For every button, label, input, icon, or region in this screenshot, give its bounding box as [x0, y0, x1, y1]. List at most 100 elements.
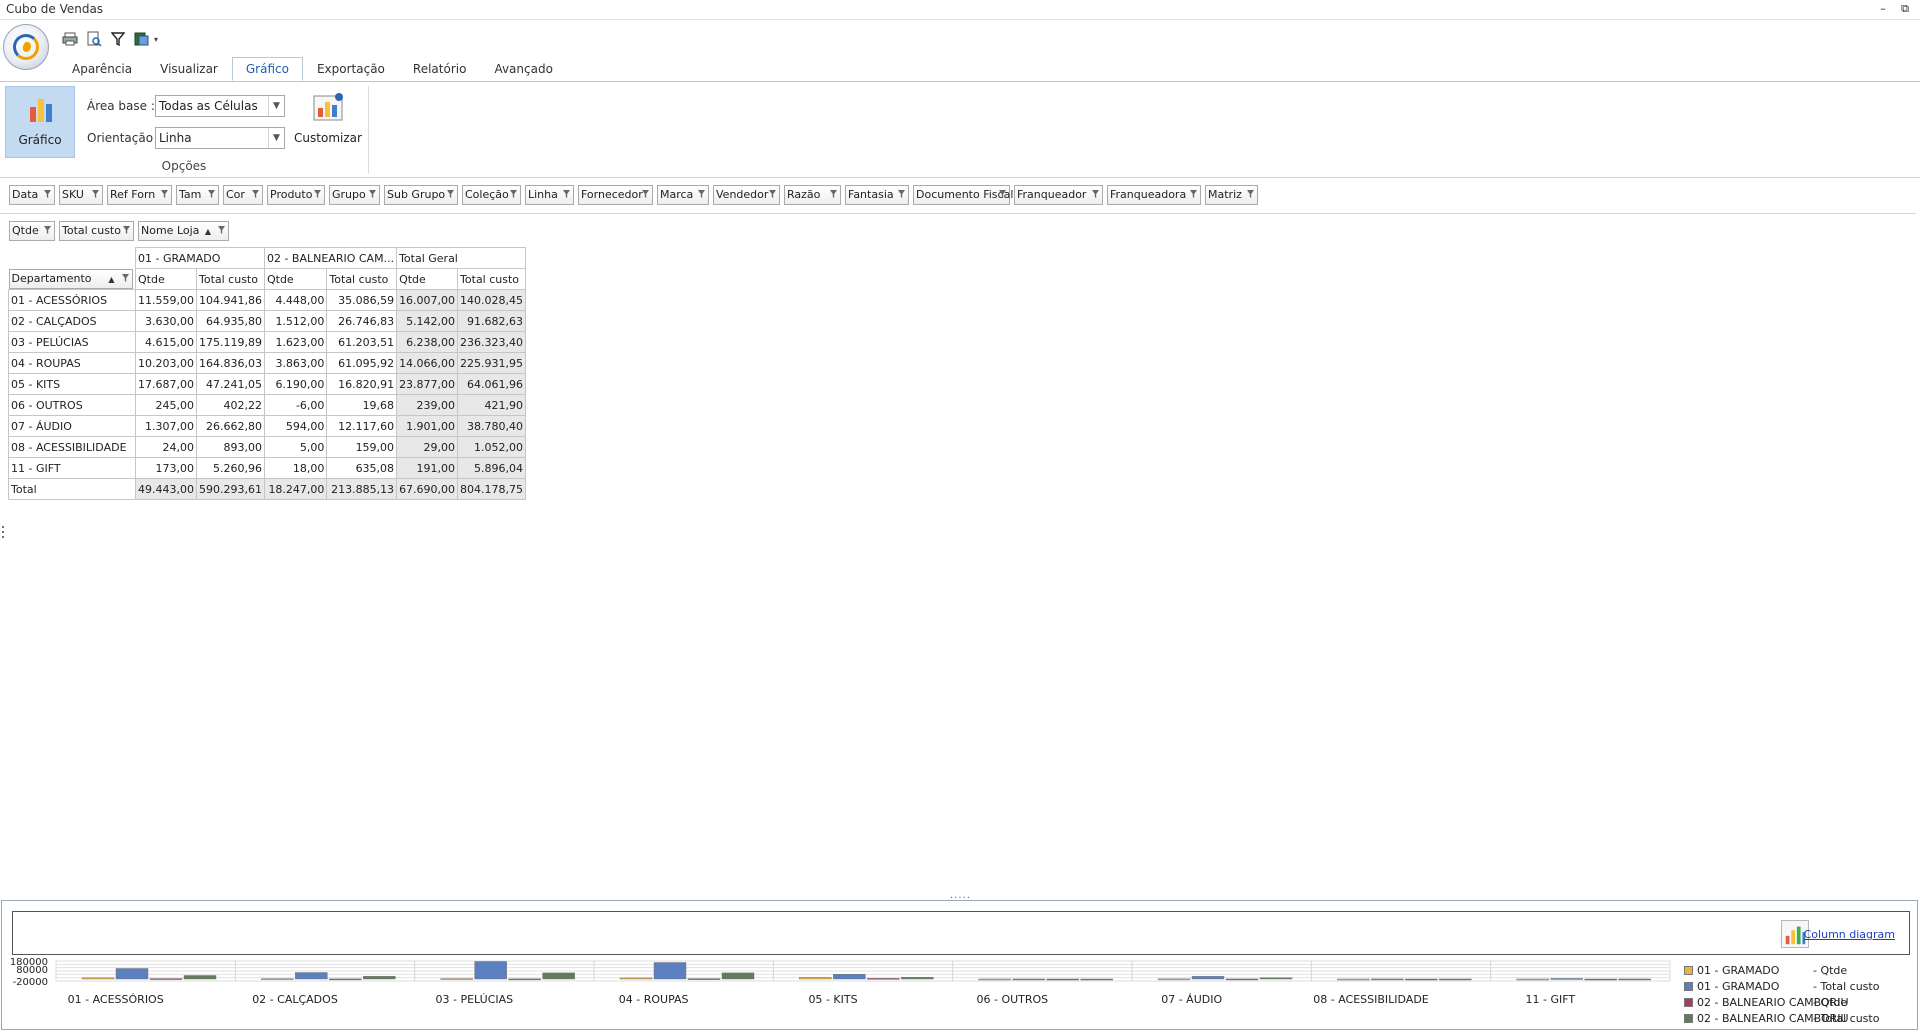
grand-total-cell[interactable]: 14.066,00	[396, 352, 459, 374]
data-cell[interactable]: 3.863,00	[263, 352, 328, 374]
filter-field-button[interactable]: Grupo	[329, 185, 380, 205]
tab-exportacao[interactable]: Exportação	[303, 57, 399, 81]
data-cell[interactable]: 104.941,86	[195, 289, 265, 311]
filter-field-button[interactable]: Fornecedor	[578, 185, 653, 205]
filter-icon[interactable]	[123, 226, 130, 234]
data-field-qtde[interactable]: Qtde	[9, 221, 55, 241]
filter-icon[interactable]	[369, 190, 376, 198]
data-cell[interactable]: 4.448,00	[263, 289, 328, 311]
chevron-down-icon[interactable]: ▼	[268, 128, 284, 148]
grand-total-cell[interactable]: 23.877,00	[396, 373, 459, 395]
data-field-total-custo[interactable]: Total custo	[59, 221, 134, 241]
grand-total-cell[interactable]: 5.142,00	[396, 310, 459, 332]
data-cell[interactable]: 18.247,00	[263, 478, 328, 500]
data-cell[interactable]: 1.307,00	[135, 415, 197, 437]
data-cell[interactable]: 164.836,03	[195, 352, 265, 374]
filter-field-button[interactable]: Ref Forn	[107, 185, 172, 205]
filter-field-button[interactable]: Fantasia	[845, 185, 909, 205]
filter-field-button[interactable]: Tam	[176, 185, 219, 205]
filter-field-button[interactable]: Coleção	[462, 185, 521, 205]
filter-icon[interactable]	[769, 190, 776, 198]
sort-ascending-icon[interactable]: ▲	[205, 223, 211, 241]
filter-field-button[interactable]: Documento Fiscal	[913, 185, 1013, 205]
data-cell[interactable]: 11.559,00	[135, 289, 197, 311]
data-cell[interactable]: 402,22	[195, 394, 265, 416]
data-cell[interactable]: 5.260,96	[195, 457, 265, 479]
grafico-button[interactable]: Gráfico	[5, 86, 75, 158]
data-cell[interactable]: -6,00	[263, 394, 328, 416]
grand-total-cell[interactable]: 1.901,00	[396, 415, 459, 437]
chevron-down-icon[interactable]: ▼	[268, 96, 284, 116]
filter-field-button[interactable]: SKU	[59, 185, 103, 205]
print-preview-icon[interactable]	[84, 30, 104, 48]
data-cell[interactable]: 47.241,05	[195, 373, 265, 395]
row-header[interactable]: 04 - ROUPAS	[8, 352, 136, 374]
data-cell[interactable]: 6.190,00	[263, 373, 328, 395]
data-cell[interactable]: 64.935,80	[195, 310, 265, 332]
grand-total-cell[interactable]: 64.061,96	[457, 373, 527, 395]
filter-icon[interactable]	[642, 190, 649, 198]
filter-icon[interactable]	[447, 190, 454, 198]
data-cell[interactable]: 1.623,00	[263, 331, 328, 353]
grand-total-cell[interactable]: 804.178,75	[457, 478, 527, 500]
filter-icon[interactable]	[314, 190, 321, 198]
data-cell[interactable]: 4.615,00	[135, 331, 197, 353]
print-icon[interactable]	[60, 30, 80, 48]
filter-field-button[interactable]: Franqueadora	[1107, 185, 1201, 205]
grand-total-cell[interactable]: 236.323,40	[457, 331, 527, 353]
column-header-group[interactable]: 01 - GRAMADO	[135, 247, 265, 269]
tab-relatorio[interactable]: Relatório	[399, 57, 481, 81]
row-header[interactable]: 06 - OUTROS	[8, 394, 136, 416]
grand-total-cell[interactable]: 67.690,00	[396, 478, 459, 500]
filter-field-button[interactable]: Data	[9, 185, 55, 205]
data-cell[interactable]: 61.203,51	[326, 331, 398, 353]
data-cell[interactable]: 17.687,00	[135, 373, 197, 395]
tab-aparencia[interactable]: Aparência	[58, 57, 146, 81]
minimize-button[interactable]: –	[1874, 0, 1892, 18]
row-header[interactable]: Total	[8, 478, 136, 500]
data-cell[interactable]: 594,00	[263, 415, 328, 437]
filter-icon[interactable]	[44, 190, 51, 198]
data-cell[interactable]: 16.820,91	[326, 373, 398, 395]
filter-icon[interactable]	[92, 190, 99, 198]
data-cell[interactable]: 12.117,60	[326, 415, 398, 437]
filter-icon[interactable]	[252, 190, 259, 198]
filter-icon[interactable]	[1190, 190, 1197, 198]
row-field-departamento[interactable]: Departamento ▲	[8, 268, 133, 289]
column-diagram-link[interactable]: Column diagram	[1804, 928, 1895, 941]
restore-button[interactable]: ⧉	[1896, 0, 1914, 18]
data-cell[interactable]: 10.203,00	[135, 352, 197, 374]
data-cell[interactable]: 5,00	[263, 436, 328, 458]
export-icon[interactable]	[132, 30, 152, 48]
row-header[interactable]: 07 - ÁUDIO	[8, 415, 136, 437]
filter-field-button[interactable]: Franqueador	[1014, 185, 1103, 205]
tab-avancado[interactable]: Avançado	[480, 57, 566, 81]
sort-ascending-icon[interactable]: ▲	[108, 271, 114, 289]
data-cell[interactable]: 635,08	[326, 457, 398, 479]
data-cell[interactable]: 19,68	[326, 394, 398, 416]
data-cell[interactable]: 26.662,80	[195, 415, 265, 437]
data-cell[interactable]: 3.630,00	[135, 310, 197, 332]
filter-field-button[interactable]: Marca	[657, 185, 709, 205]
grand-total-cell[interactable]: 6.238,00	[396, 331, 459, 353]
data-cell[interactable]: 61.095,92	[326, 352, 398, 374]
customizar-button[interactable]: Customizar	[293, 90, 363, 156]
data-cell[interactable]: 26.746,83	[326, 310, 398, 332]
filter-icon[interactable]	[108, 30, 128, 48]
grand-total-cell[interactable]: 29,00	[396, 436, 459, 458]
data-cell[interactable]: 245,00	[135, 394, 197, 416]
grand-total-cell[interactable]: 5.896,04	[457, 457, 527, 479]
row-header[interactable]: 11 - GIFT	[8, 457, 136, 479]
filter-icon[interactable]	[44, 226, 51, 234]
filter-field-button[interactable]: Razão	[784, 185, 841, 205]
vertical-resize-grip[interactable]	[2, 525, 4, 539]
filter-field-button[interactable]: Cor	[223, 185, 263, 205]
data-cell[interactable]: 173,00	[135, 457, 197, 479]
row-header[interactable]: 01 - ACESSÓRIOS	[8, 289, 136, 311]
filter-field-button[interactable]: Vendedor	[713, 185, 780, 205]
data-cell[interactable]: 18,00	[263, 457, 328, 479]
data-cell[interactable]: 590.293,61	[195, 478, 265, 500]
column-header-group[interactable]: 02 - BALNEARIO CAM...	[263, 247, 398, 269]
data-cell[interactable]: 175.119,89	[195, 331, 265, 353]
tab-grafico[interactable]: Gráfico	[231, 57, 303, 81]
